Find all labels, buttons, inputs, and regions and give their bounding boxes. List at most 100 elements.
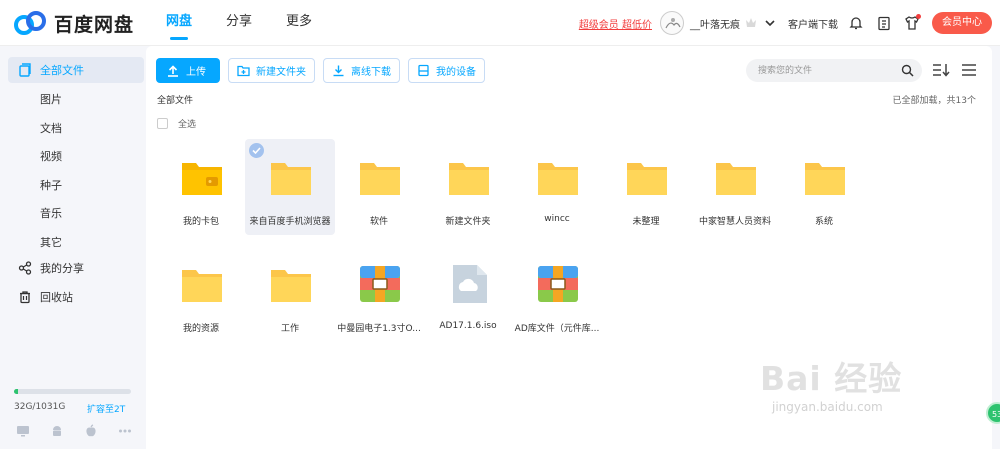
tab-netdisk[interactable]: 网盘 xyxy=(166,0,192,46)
folder-icon xyxy=(271,270,311,302)
file-item[interactable]: 我的卡包 xyxy=(156,139,246,235)
folder-icon xyxy=(182,270,222,302)
file-item[interactable]: AD17.1.6.iso xyxy=(423,246,513,342)
more-icon[interactable] xyxy=(118,424,132,438)
sidebar-item-all-files[interactable]: 全部文件 xyxy=(8,57,144,83)
sidebar: 全部文件 图片 文档 视频 种子 音乐 其它 我的分享 回收站 32G/1031… xyxy=(0,46,146,449)
folder-icon xyxy=(627,163,667,195)
storage-progress-fill xyxy=(14,389,18,394)
vip-center-button[interactable]: 会员中心 xyxy=(932,12,992,34)
logo-text: 百度网盘 xyxy=(54,13,135,36)
folder-icon xyxy=(360,163,400,195)
file-name: wincc xyxy=(544,214,570,224)
logo[interactable]: 百度网盘 xyxy=(14,10,134,36)
iso-file-icon xyxy=(453,265,487,303)
tshirt-skin-button[interactable] xyxy=(904,14,921,31)
sidebar-item-other[interactable]: 其它 xyxy=(40,234,62,250)
file-name: 新建文件夹 xyxy=(445,217,491,227)
archive-icon xyxy=(538,266,578,302)
trash-icon xyxy=(20,291,30,304)
file-name: AD17.1.6.iso xyxy=(439,321,497,331)
sidebar-item-label: 回收站 xyxy=(40,291,73,304)
storage-progress-bar xyxy=(14,389,131,394)
file-item[interactable]: 新建文件夹 xyxy=(423,139,513,235)
file-name: AD库文件（元件库... xyxy=(514,324,600,334)
sidebar-item-label: 全部文件 xyxy=(40,64,84,77)
vip-badge-icon xyxy=(746,18,756,27)
sidebar-item-pictures[interactable]: 图片 xyxy=(40,91,62,107)
archive-icon xyxy=(360,266,400,302)
search-box xyxy=(746,59,922,82)
clipboard-icon[interactable] xyxy=(876,15,892,31)
file-item[interactable]: 系统 xyxy=(779,139,869,235)
loaded-count-text: 已全部加载，共13个 xyxy=(892,96,976,106)
tab-more[interactable]: 更多 xyxy=(286,0,312,46)
toolbar: 上传 新建文件夹 离线下载 我的设备 xyxy=(156,58,493,83)
search-input[interactable] xyxy=(758,59,898,82)
offline-download-label: 离线下载 xyxy=(351,67,391,78)
username[interactable]: __叶落无痕 xyxy=(690,16,740,31)
bell-icon[interactable] xyxy=(848,15,864,31)
file-panel: 上传 新建文件夹 离线下载 我的设备 搜索您的文件 全部文件 已全部加载，共13… xyxy=(146,46,992,449)
search-icon[interactable] xyxy=(901,64,914,77)
notification-dot xyxy=(916,14,921,19)
sidebar-item-label: 我的分享 xyxy=(40,262,84,275)
select-all-checkbox[interactable] xyxy=(157,118,168,129)
sidebar-item-recycle-bin[interactable]: 回收站 xyxy=(8,284,144,310)
upload-button[interactable]: 上传 xyxy=(156,58,220,83)
file-item[interactable]: 未整理 xyxy=(601,139,691,235)
top-header: 百度网盘 网盘 分享 更多 超级会员 超低价 __叶落无痕 客户端下载 会员中心 xyxy=(0,0,1000,46)
new-folder-button[interactable]: 新建文件夹 xyxy=(228,58,315,83)
file-item[interactable]: 中曼园电子1.3寸O... xyxy=(334,246,424,342)
file-name: 我的卡包 xyxy=(182,217,219,227)
device-download-row xyxy=(16,424,152,438)
breadcrumb[interactable]: 全部文件 xyxy=(157,93,193,106)
desktop-icon[interactable] xyxy=(16,424,30,438)
file-name: 中曼园电子1.3寸O... xyxy=(337,324,421,334)
file-item[interactable]: 工作 xyxy=(245,246,335,342)
select-all-label: 全选 xyxy=(178,120,197,130)
sidebar-item-my-share[interactable]: 我的分享 xyxy=(8,255,144,281)
select-all-row[interactable]: 全选 xyxy=(157,117,196,130)
file-name: 未整理 xyxy=(632,217,660,227)
offline-download-button[interactable]: 离线下载 xyxy=(323,58,400,83)
header-right: 超级会员 超低价 __叶落无痕 客户端下载 会员中心 xyxy=(579,0,992,46)
sidebar-item-music[interactable]: 音乐 xyxy=(40,205,62,221)
chevron-down-icon[interactable] xyxy=(764,17,776,29)
promo-link[interactable]: 超级会员 超低价 xyxy=(579,16,652,31)
sidebar-item-videos[interactable]: 视频 xyxy=(40,148,62,164)
upload-label: 上传 xyxy=(186,67,206,78)
sidebar-item-documents[interactable]: 文档 xyxy=(40,120,62,136)
new-folder-label: 新建文件夹 xyxy=(256,67,306,78)
sidebar-item-torrents[interactable]: 种子 xyxy=(40,177,62,193)
folder-icon xyxy=(271,163,311,195)
file-item[interactable]: 我的资源 xyxy=(156,246,246,342)
folder-icon xyxy=(538,163,578,195)
new-folder-icon xyxy=(237,65,250,77)
file-item[interactable]: 中家智慧人员资料 xyxy=(690,139,780,235)
android-icon[interactable] xyxy=(50,424,64,438)
file-item[interactable]: AD库文件（元件库... xyxy=(512,246,602,342)
expand-storage-link[interactable]: 扩容至2T xyxy=(87,402,125,415)
file-item[interactable]: wincc xyxy=(512,139,602,235)
apple-icon[interactable] xyxy=(84,424,98,438)
list-view-icon[interactable] xyxy=(960,62,978,78)
file-item[interactable]: 来自百度手机浏览器 xyxy=(245,139,335,235)
download-icon xyxy=(333,65,344,77)
storage-usage-text: 32G/1031G xyxy=(14,402,66,412)
sort-icon[interactable] xyxy=(932,62,950,78)
my-devices-button[interactable]: 我的设备 xyxy=(408,58,485,83)
folder-icon xyxy=(449,163,489,195)
file-name: 我的资源 xyxy=(182,324,219,334)
baidu-netdisk-logo-icon xyxy=(14,11,46,35)
selected-check-icon[interactable] xyxy=(249,143,264,158)
file-name: 中家智慧人员资料 xyxy=(698,217,771,227)
avatar[interactable] xyxy=(660,11,684,35)
file-name: 来自百度手机浏览器 xyxy=(249,217,331,227)
files-icon xyxy=(19,63,31,77)
wallet-folder-icon xyxy=(182,163,222,195)
tab-share[interactable]: 分享 xyxy=(226,0,252,46)
client-download-link[interactable]: 客户端下载 xyxy=(788,16,838,31)
file-item[interactable]: 软件 xyxy=(334,139,424,235)
file-name: 软件 xyxy=(369,217,388,227)
